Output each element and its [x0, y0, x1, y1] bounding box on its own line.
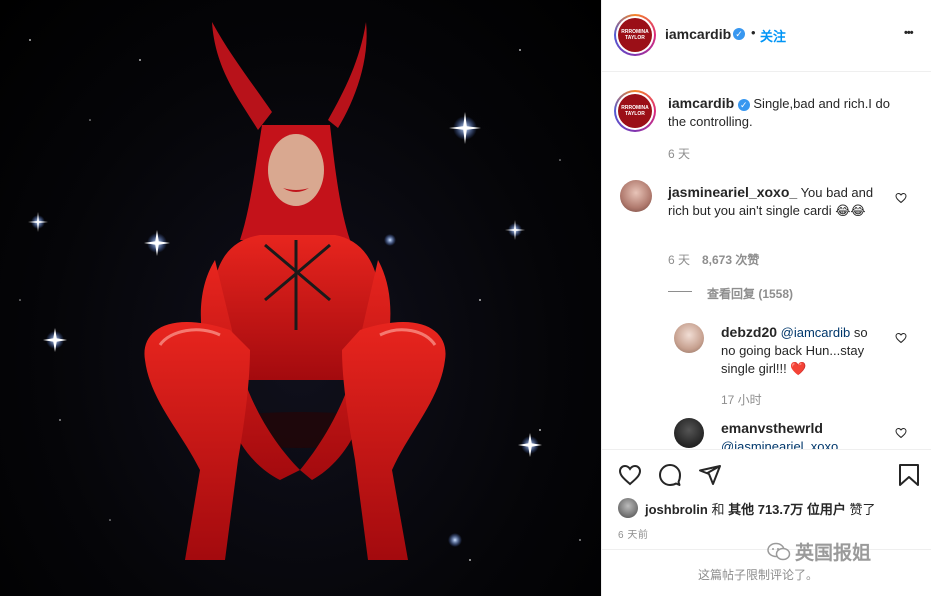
post-header: RRROMINA TAYLOR iamcardib ✓ • 关注 ••• [602, 0, 931, 72]
liker-avatar[interactable] [618, 498, 638, 518]
more-icon[interactable]: ••• [904, 27, 914, 39]
reply: emanvsthewrld @jasmineariel_xoxo_ [721, 419, 881, 449]
heart-icon[interactable] [895, 332, 907, 344]
share-icon[interactable] [698, 463, 722, 487]
reply-username[interactable]: emanvsthewrld [721, 420, 823, 436]
reply-avatar[interactable] [674, 323, 704, 353]
heart-icon[interactable] [895, 427, 907, 439]
verified-icon: ✓ [737, 98, 750, 111]
liker-username[interactable]: joshbrolin [645, 502, 708, 517]
comment-likes[interactable]: 8,673 次赞 [702, 251, 759, 268]
post-side-panel: RRROMINA TAYLOR iamcardib ✓ • 关注 ••• RRR… [601, 0, 931, 597]
author-username[interactable]: iamcardib [665, 26, 731, 42]
heart-icon[interactable] [895, 192, 907, 204]
reply-username[interactable]: debzd20 [721, 324, 777, 340]
comments-list[interactable]: RRROMINA TAYLOR iamcardib ✓ Single,bad a… [602, 72, 931, 449]
author-avatar[interactable]: RRROMINA TAYLOR [614, 14, 656, 56]
view-replies-button[interactable]: 查看回复 (1558) [707, 285, 793, 302]
post-actions: joshbrolin 和 其他 713.7万 位用户 赞了 6 天前 英国报姐 … [602, 449, 931, 597]
comment: jasmineariel_xoxo_ You bad and rich but … [668, 183, 878, 220]
reply-mention[interactable]: @iamcardib [781, 325, 851, 340]
commenter-avatar[interactable] [620, 180, 652, 212]
heart-icon[interactable] [618, 463, 642, 487]
replies-divider [668, 291, 692, 292]
likes-summary: joshbrolin 和 其他 713.7万 位用户 赞了 [645, 502, 876, 517]
caption-time[interactable]: 6 天 [668, 145, 690, 162]
caption: iamcardib ✓ Single,bad and rich.I do the… [668, 94, 908, 131]
wechat-icon [767, 542, 791, 560]
photo-illustration [19, 22, 581, 561]
comment-icon[interactable] [658, 463, 682, 487]
follow-button[interactable]: 关注 [760, 26, 786, 45]
reply: debzd20 @iamcardib so no going back Hun.… [721, 323, 881, 378]
caption-avatar[interactable]: RRROMINA TAYLOR [614, 90, 656, 132]
comments-restricted-notice: 这篇帖子限制评论了。 [698, 568, 819, 582]
post-photo[interactable] [0, 0, 601, 596]
separator-dot: • [751, 25, 756, 40]
comment-time[interactable]: 6 天 [668, 251, 690, 268]
watermark: 英国报姐 [767, 538, 871, 565]
bookmark-icon[interactable] [898, 463, 920, 487]
verified-icon: ✓ [733, 28, 745, 40]
reply-time[interactable]: 17 小时 [721, 391, 762, 408]
reply-mention[interactable]: @jasmineariel_xoxo_ [721, 439, 845, 449]
caption-username[interactable]: iamcardib [668, 95, 734, 111]
comment-username[interactable]: jasmineariel_xoxo_ [668, 184, 797, 200]
other-likers-button[interactable]: 其他 713.7万 位用户 [728, 502, 846, 517]
reply-avatar[interactable] [674, 418, 704, 448]
post-time[interactable]: 6 天前 [618, 526, 648, 541]
